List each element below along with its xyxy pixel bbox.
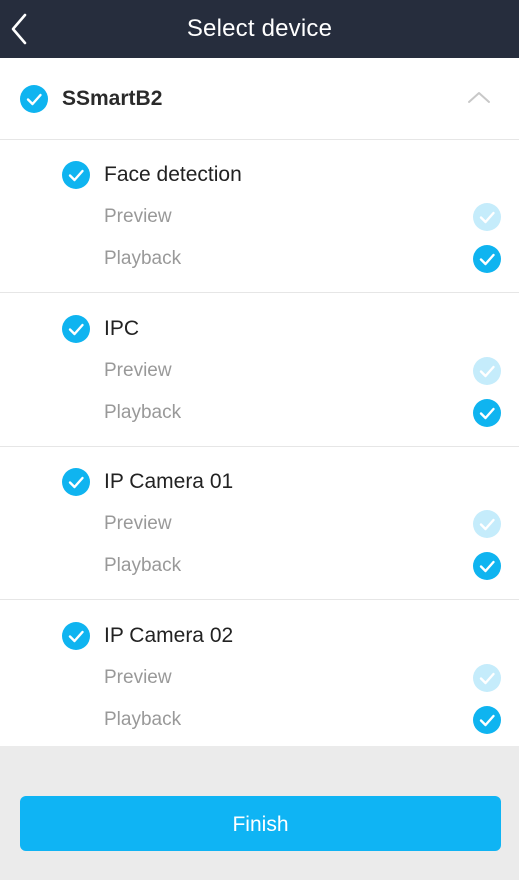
preview-label: Preview — [104, 513, 172, 534]
device-checkbox-checked-icon[interactable] — [20, 85, 48, 113]
chevron-up-icon[interactable] — [466, 89, 492, 105]
channel-group: IPC Preview Playback — [0, 294, 519, 447]
preview-checkbox-disabled-icon — [473, 203, 501, 231]
channel-checkbox-checked-icon[interactable] — [62, 315, 90, 343]
channel-group: IP Camera 01 Preview Playback — [0, 447, 519, 600]
playback-checkbox-checked-icon[interactable] — [473, 245, 501, 273]
playback-label: Playback — [104, 402, 182, 423]
channel-name: IP Camera 02 — [104, 624, 234, 647]
channel-checkbox-checked-icon[interactable] — [62, 622, 90, 650]
preview-label: Preview — [104, 360, 172, 381]
playback-checkbox-checked-icon[interactable] — [473, 706, 501, 734]
channel-name: IP Camera 01 — [104, 470, 234, 493]
page-title: Select device — [186, 15, 333, 42]
channel-group: Face detection Preview Playback — [0, 140, 519, 293]
finish-button[interactable]: Finish — [20, 796, 501, 851]
device-name: SSmartB2 — [62, 87, 163, 110]
playback-checkbox-checked-icon[interactable] — [473, 552, 501, 580]
preview-checkbox-disabled-icon — [473, 510, 501, 538]
preview-label: Preview — [104, 206, 172, 227]
device-row[interactable]: SSmartB2 — [0, 58, 519, 140]
playback-checkbox-checked-icon[interactable] — [473, 399, 501, 427]
preview-checkbox-disabled-icon — [473, 664, 501, 692]
channel-checkbox-checked-icon[interactable] — [62, 468, 90, 496]
playback-label: Playback — [104, 709, 182, 730]
preview-label: Preview — [104, 667, 172, 688]
playback-label: Playback — [104, 248, 182, 269]
preview-checkbox-disabled-icon — [473, 357, 501, 385]
device-list: SSmartB2 Face detection Preview Playback… — [0, 58, 519, 746]
channel-group: IP Camera 02 Preview Playback — [0, 601, 519, 754]
playback-label: Playback — [104, 555, 182, 576]
channel-name: Face detection — [104, 163, 242, 186]
channel-name: IPC — [104, 317, 140, 340]
channel-checkbox-checked-icon[interactable] — [62, 161, 90, 189]
nav-bar: Select device — [0, 0, 519, 58]
